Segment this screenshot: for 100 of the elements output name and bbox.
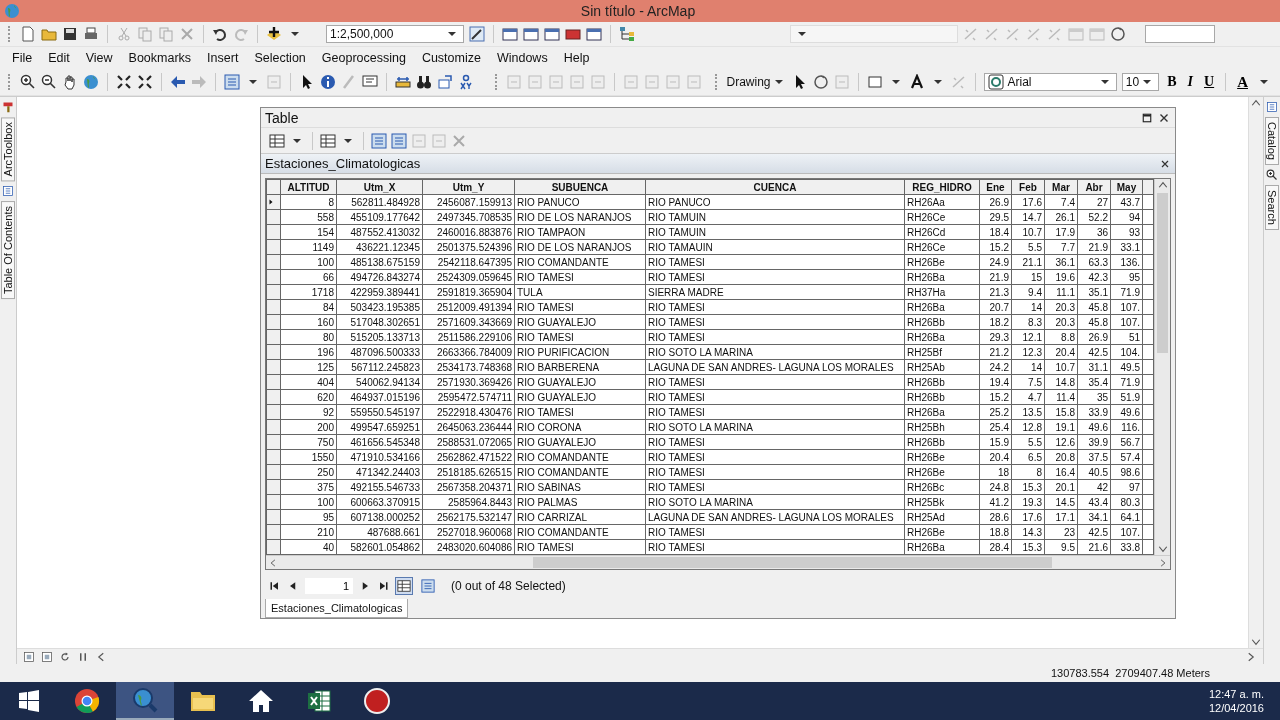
menu-item[interactable]: Selection bbox=[246, 49, 314, 67]
underline-button[interactable]: U bbox=[1201, 74, 1218, 90]
menu-item[interactable]: Windows bbox=[488, 49, 556, 67]
search-icon[interactable] bbox=[1266, 168, 1278, 181]
first-record-icon[interactable] bbox=[269, 579, 281, 592]
column-header[interactable]: ALTITUD bbox=[280, 179, 337, 195]
new-text-icon[interactable] bbox=[908, 74, 925, 90]
toolbox-icon[interactable] bbox=[2, 101, 14, 113]
back-icon[interactable] bbox=[169, 74, 186, 90]
identify-icon[interactable] bbox=[319, 74, 336, 90]
add-data-icon[interactable] bbox=[266, 26, 282, 42]
text-field[interactable] bbox=[1145, 25, 1215, 43]
zoom-in-icon[interactable] bbox=[19, 74, 36, 90]
python-window-icon[interactable] bbox=[586, 26, 602, 42]
column-header[interactable]: REG_HIDRO bbox=[904, 179, 980, 195]
table-options-icon[interactable] bbox=[269, 132, 285, 149]
rotate-icon[interactable] bbox=[1110, 26, 1126, 42]
spreadsheet-icon[interactable] bbox=[306, 688, 332, 714]
pause-icon[interactable] bbox=[77, 650, 89, 663]
save-icon[interactable] bbox=[62, 26, 78, 42]
column-header[interactable]: Ene bbox=[979, 179, 1012, 195]
scale-dropdown[interactable]: 1:2,500,000 bbox=[326, 25, 464, 43]
new-document-icon[interactable] bbox=[20, 26, 36, 42]
menu-item[interactable]: Insert bbox=[199, 49, 247, 67]
menu-item[interactable]: Bookmarks bbox=[120, 49, 200, 67]
menu-item[interactable]: File bbox=[4, 49, 41, 67]
menu-item[interactable]: Edit bbox=[40, 49, 78, 67]
table-cell: 2518185.626515 bbox=[422, 464, 515, 480]
start-icon[interactable] bbox=[18, 690, 40, 712]
model-builder-icon[interactable] bbox=[619, 26, 635, 42]
menu-item[interactable]: Geoprocessing bbox=[313, 49, 414, 67]
scrollbar-thumb[interactable] bbox=[1157, 193, 1168, 354]
dock-tab[interactable]: Search bbox=[1265, 184, 1279, 230]
open-folder-icon[interactable] bbox=[41, 26, 57, 42]
column-header[interactable]: Abr bbox=[1077, 179, 1111, 195]
switch-selection-icon[interactable] bbox=[391, 132, 407, 149]
rotate-icon[interactable] bbox=[812, 74, 829, 90]
column-header[interactable]: Feb bbox=[1011, 179, 1045, 195]
toolbox-icon[interactable] bbox=[565, 26, 581, 42]
xy-icon[interactable] bbox=[457, 74, 474, 90]
column-header[interactable]: May bbox=[1110, 179, 1143, 195]
column-header[interactable]: Mar bbox=[1044, 179, 1078, 195]
search-window-icon[interactable] bbox=[544, 26, 560, 42]
menu-item[interactable]: Help bbox=[555, 49, 598, 67]
table-window-icon[interactable] bbox=[502, 26, 518, 42]
refresh-icon[interactable] bbox=[59, 650, 71, 663]
fixed-zoom-in-icon[interactable] bbox=[115, 74, 132, 90]
catalog-window-icon[interactable] bbox=[523, 26, 539, 42]
table-cell: 210 bbox=[280, 524, 337, 540]
globe-magnifier-icon[interactable] bbox=[131, 686, 159, 714]
table-cell: 29.3 bbox=[979, 329, 1012, 345]
layout-view-icon[interactable] bbox=[23, 650, 35, 663]
full-extent-icon[interactable] bbox=[82, 74, 99, 90]
column-header[interactable]: SUBUENCA bbox=[514, 179, 646, 195]
go-to-xy-icon[interactable] bbox=[436, 74, 453, 90]
menu-item[interactable]: Customize bbox=[413, 49, 489, 67]
table-cell: 25.2 bbox=[979, 404, 1012, 420]
font-dropdown[interactable]: Arial bbox=[983, 73, 1117, 91]
pan-icon[interactable] bbox=[61, 74, 78, 90]
table-cell: 21.1 bbox=[1011, 254, 1045, 270]
last-record-icon[interactable] bbox=[377, 579, 389, 592]
dock-tab[interactable]: Table Of Contents bbox=[1, 201, 15, 300]
record-icon[interactable] bbox=[363, 687, 391, 715]
data-view-icon[interactable] bbox=[41, 650, 53, 663]
record-field[interactable]: 1 bbox=[305, 577, 353, 594]
column-header[interactable]: Utm_X bbox=[336, 179, 423, 195]
table-cell: RIO GUAYALEJO bbox=[514, 389, 646, 405]
print-icon[interactable] bbox=[83, 26, 99, 42]
editor-toolbar-icon[interactable] bbox=[469, 26, 485, 42]
maximize-icon[interactable] bbox=[1141, 111, 1153, 124]
bold-button[interactable]: B bbox=[1164, 74, 1180, 90]
fixed-zoom-out-icon[interactable] bbox=[136, 74, 153, 90]
show-selected-records-button[interactable] bbox=[419, 576, 437, 595]
drawing-menu[interactable]: Drawing bbox=[726, 74, 787, 90]
chrome-icon[interactable] bbox=[74, 688, 100, 714]
scroll-right-icon[interactable] bbox=[1158, 557, 1168, 568]
show-all-records-button[interactable] bbox=[395, 576, 413, 595]
scroll-left-icon[interactable] bbox=[268, 557, 278, 568]
contents-icon[interactable] bbox=[2, 185, 14, 198]
table-cell: 15.9 bbox=[979, 434, 1012, 450]
font-color-button[interactable]: A bbox=[1234, 73, 1251, 91]
column-header[interactable]: Utm_Y bbox=[422, 179, 515, 195]
find-icon[interactable] bbox=[415, 74, 432, 90]
dock-tab[interactable]: ArcToolbox bbox=[1, 117, 15, 182]
table-tab[interactable]: Estaciones_Climatologicas bbox=[265, 599, 409, 618]
house-icon[interactable] bbox=[247, 688, 275, 714]
zoom-out-icon[interactable] bbox=[40, 74, 57, 90]
html-popup-icon[interactable] bbox=[361, 74, 378, 90]
table-cell: RIO GUAYALEJO bbox=[514, 434, 646, 450]
table-cell: 18 bbox=[979, 464, 1012, 480]
catalog-icon[interactable] bbox=[1266, 101, 1278, 113]
column-header[interactable]: CUENCA bbox=[645, 179, 905, 195]
dock-tab[interactable]: Catalog bbox=[1265, 117, 1279, 165]
italic-button[interactable]: I bbox=[1184, 74, 1196, 90]
menu-item[interactable]: View bbox=[77, 49, 121, 67]
undo-icon[interactable] bbox=[212, 26, 228, 42]
font-size-dropdown[interactable]: 10 bbox=[1121, 73, 1160, 91]
related-tables-icon[interactable] bbox=[320, 132, 336, 149]
scrollbar-thumb[interactable] bbox=[533, 557, 1053, 569]
measure-icon[interactable] bbox=[394, 74, 411, 90]
